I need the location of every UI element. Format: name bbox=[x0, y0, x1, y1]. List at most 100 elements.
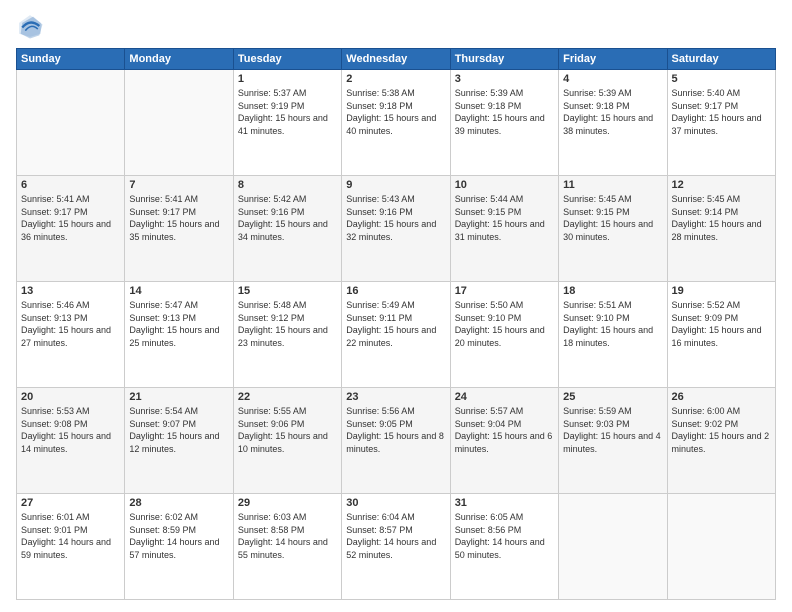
day-info: Sunrise: 5:41 AM Sunset: 9:17 PM Dayligh… bbox=[21, 193, 120, 243]
calendar-week-row: 13 Sunrise: 5:46 AM Sunset: 9:13 PM Dayli… bbox=[17, 282, 776, 388]
day-number: 19 bbox=[672, 285, 771, 297]
day-info: Sunrise: 5:54 AM Sunset: 9:07 PM Dayligh… bbox=[129, 405, 228, 455]
day-info: Sunrise: 5:44 AM Sunset: 9:15 PM Dayligh… bbox=[455, 193, 554, 243]
day-number: 30 bbox=[346, 497, 445, 509]
calendar-cell: 27Sunrise: 6:01 AM Sunset: 9:01 PM Dayli… bbox=[17, 494, 125, 600]
day-info: Sunrise: 5:55 AM Sunset: 9:06 PM Dayligh… bbox=[238, 405, 337, 455]
day-info: Sunrise: 5:39 AM Sunset: 9:18 PM Dayligh… bbox=[563, 87, 662, 137]
day-info: Sunrise: 5:49 AM Sunset: 9:11 PM Dayligh… bbox=[346, 299, 445, 349]
calendar-cell bbox=[17, 70, 125, 176]
day-info: Sunrise: 6:04 AM Sunset: 8:57 PM Dayligh… bbox=[346, 511, 445, 561]
day-info: Sunrise: 5:37 AM Sunset: 9:19 PM Dayligh… bbox=[238, 87, 337, 137]
day-info: Sunrise: 6:03 AM Sunset: 8:58 PM Dayligh… bbox=[238, 511, 337, 561]
day-number: 2 bbox=[346, 73, 445, 85]
calendar-cell bbox=[667, 494, 775, 600]
calendar-cell: 17 Sunrise: 5:50 AM Sunset: 9:10 PM Dayli… bbox=[450, 282, 558, 388]
day-number: 9 bbox=[346, 179, 445, 191]
day-number: 1 bbox=[238, 73, 337, 85]
day-info: Sunrise: 6:00 AM Sunset: 9:02 PM Dayligh… bbox=[672, 405, 771, 455]
calendar-cell: 30 Sunrise: 6:04 AM Sunset: 8:57 PM Dayli… bbox=[342, 494, 450, 600]
calendar-header-row: SundayMondayTuesdayWednesdayThursdayFrid… bbox=[17, 49, 776, 70]
day-info: Sunrise: 5:48 AM Sunset: 9:12 PM Dayligh… bbox=[238, 299, 337, 349]
day-number: 11 bbox=[563, 179, 662, 191]
day-number: 16 bbox=[346, 285, 445, 297]
day-number: 12 bbox=[672, 179, 771, 191]
calendar-week-row: 1 Sunrise: 5:37 AM Sunset: 9:19 PM Daylig… bbox=[17, 70, 776, 176]
day-number: 29 bbox=[238, 497, 337, 509]
day-number: 7 bbox=[129, 179, 228, 191]
day-number: 22 bbox=[238, 391, 337, 403]
day-number: 20 bbox=[21, 391, 120, 403]
day-info: Sunrise: 5:56 AM Sunset: 9:05 PM Dayligh… bbox=[346, 405, 445, 455]
day-info: Sunrise: 5:43 AM Sunset: 9:16 PM Dayligh… bbox=[346, 193, 445, 243]
day-number: 8 bbox=[238, 179, 337, 191]
day-info: Sunrise: 5:52 AM Sunset: 9:09 PM Dayligh… bbox=[672, 299, 771, 349]
calendar-cell: 25 Sunrise: 5:59 AM Sunset: 9:03 PM Dayli… bbox=[559, 388, 667, 494]
calendar-cell: 24 Sunrise: 5:57 AM Sunset: 9:04 PM Dayli… bbox=[450, 388, 558, 494]
day-number: 17 bbox=[455, 285, 554, 297]
day-number: 27 bbox=[21, 497, 120, 509]
day-number: 25 bbox=[563, 391, 662, 403]
calendar-cell: 20 Sunrise: 5:53 AM Sunset: 9:08 PM Dayli… bbox=[17, 388, 125, 494]
day-info: Sunrise: 5:46 AM Sunset: 9:13 PM Dayligh… bbox=[21, 299, 120, 349]
calendar-week-row: 20 Sunrise: 5:53 AM Sunset: 9:08 PM Dayli… bbox=[17, 388, 776, 494]
calendar-cell: 21Sunrise: 5:54 AM Sunset: 9:07 PM Dayli… bbox=[125, 388, 233, 494]
day-info: Sunrise: 5:41 AM Sunset: 9:17 PM Dayligh… bbox=[129, 193, 228, 243]
day-number: 18 bbox=[563, 285, 662, 297]
calendar-cell: 1 Sunrise: 5:37 AM Sunset: 9:19 PM Daylig… bbox=[233, 70, 341, 176]
calendar-cell: 13 Sunrise: 5:46 AM Sunset: 9:13 PM Dayli… bbox=[17, 282, 125, 388]
calendar-cell: 7 Sunrise: 5:41 AM Sunset: 9:17 PM Daylig… bbox=[125, 176, 233, 282]
weekday-header: Monday bbox=[125, 49, 233, 70]
day-info: Sunrise: 6:02 AM Sunset: 8:59 PM Dayligh… bbox=[129, 511, 228, 561]
weekday-header: Wednesday bbox=[342, 49, 450, 70]
day-info: Sunrise: 5:42 AM Sunset: 9:16 PM Dayligh… bbox=[238, 193, 337, 243]
calendar-cell: 28 Sunrise: 6:02 AM Sunset: 8:59 PM Dayli… bbox=[125, 494, 233, 600]
day-info: Sunrise: 5:47 AM Sunset: 9:13 PM Dayligh… bbox=[129, 299, 228, 349]
day-number: 3 bbox=[455, 73, 554, 85]
calendar-cell bbox=[559, 494, 667, 600]
page: SundayMondayTuesdayWednesdayThursdayFrid… bbox=[0, 0, 792, 612]
calendar-cell: 19 Sunrise: 5:52 AM Sunset: 9:09 PM Dayli… bbox=[667, 282, 775, 388]
weekday-header: Friday bbox=[559, 49, 667, 70]
calendar-week-row: 6Sunrise: 5:41 AM Sunset: 9:17 PM Daylig… bbox=[17, 176, 776, 282]
day-number: 26 bbox=[672, 391, 771, 403]
day-number: 10 bbox=[455, 179, 554, 191]
day-number: 15 bbox=[238, 285, 337, 297]
day-info: Sunrise: 5:45 AM Sunset: 9:15 PM Dayligh… bbox=[563, 193, 662, 243]
day-info: Sunrise: 5:45 AM Sunset: 9:14 PM Dayligh… bbox=[672, 193, 771, 243]
calendar-table: SundayMondayTuesdayWednesdayThursdayFrid… bbox=[16, 48, 776, 600]
day-number: 13 bbox=[21, 285, 120, 297]
calendar-cell: 6Sunrise: 5:41 AM Sunset: 9:17 PM Daylig… bbox=[17, 176, 125, 282]
day-number: 28 bbox=[129, 497, 228, 509]
calendar-cell: 5 Sunrise: 5:40 AM Sunset: 9:17 PM Daylig… bbox=[667, 70, 775, 176]
logo bbox=[16, 12, 48, 40]
calendar-cell: 12 Sunrise: 5:45 AM Sunset: 9:14 PM Dayli… bbox=[667, 176, 775, 282]
day-info: Sunrise: 5:38 AM Sunset: 9:18 PM Dayligh… bbox=[346, 87, 445, 137]
day-number: 24 bbox=[455, 391, 554, 403]
weekday-header: Saturday bbox=[667, 49, 775, 70]
day-number: 5 bbox=[672, 73, 771, 85]
calendar-cell: 2 Sunrise: 5:38 AM Sunset: 9:18 PM Daylig… bbox=[342, 70, 450, 176]
weekday-header: Thursday bbox=[450, 49, 558, 70]
calendar-cell: 18Sunrise: 5:51 AM Sunset: 9:10 PM Dayli… bbox=[559, 282, 667, 388]
day-info: Sunrise: 5:59 AM Sunset: 9:03 PM Dayligh… bbox=[563, 405, 662, 455]
day-info: Sunrise: 5:40 AM Sunset: 9:17 PM Dayligh… bbox=[672, 87, 771, 137]
day-number: 14 bbox=[129, 285, 228, 297]
day-info: Sunrise: 5:50 AM Sunset: 9:10 PM Dayligh… bbox=[455, 299, 554, 349]
calendar-cell: 16 Sunrise: 5:49 AM Sunset: 9:11 PM Dayli… bbox=[342, 282, 450, 388]
logo-icon bbox=[16, 12, 44, 40]
header bbox=[16, 12, 776, 40]
calendar-cell: 14 Sunrise: 5:47 AM Sunset: 9:13 PM Dayli… bbox=[125, 282, 233, 388]
calendar-cell: 26 Sunrise: 6:00 AM Sunset: 9:02 PM Dayli… bbox=[667, 388, 775, 494]
calendar-cell: 31Sunrise: 6:05 AM Sunset: 8:56 PM Dayli… bbox=[450, 494, 558, 600]
calendar-cell: 10 Sunrise: 5:44 AM Sunset: 9:15 PM Dayli… bbox=[450, 176, 558, 282]
day-info: Sunrise: 5:53 AM Sunset: 9:08 PM Dayligh… bbox=[21, 405, 120, 455]
calendar-cell: 22 Sunrise: 5:55 AM Sunset: 9:06 PM Dayli… bbox=[233, 388, 341, 494]
calendar-cell: 15 Sunrise: 5:48 AM Sunset: 9:12 PM Dayli… bbox=[233, 282, 341, 388]
calendar-cell: 11 Sunrise: 5:45 AM Sunset: 9:15 PM Dayli… bbox=[559, 176, 667, 282]
day-info: Sunrise: 5:57 AM Sunset: 9:04 PM Dayligh… bbox=[455, 405, 554, 455]
day-number: 23 bbox=[346, 391, 445, 403]
weekday-header: Tuesday bbox=[233, 49, 341, 70]
day-info: Sunrise: 5:39 AM Sunset: 9:18 PM Dayligh… bbox=[455, 87, 554, 137]
calendar-cell: 9 Sunrise: 5:43 AM Sunset: 9:16 PM Daylig… bbox=[342, 176, 450, 282]
